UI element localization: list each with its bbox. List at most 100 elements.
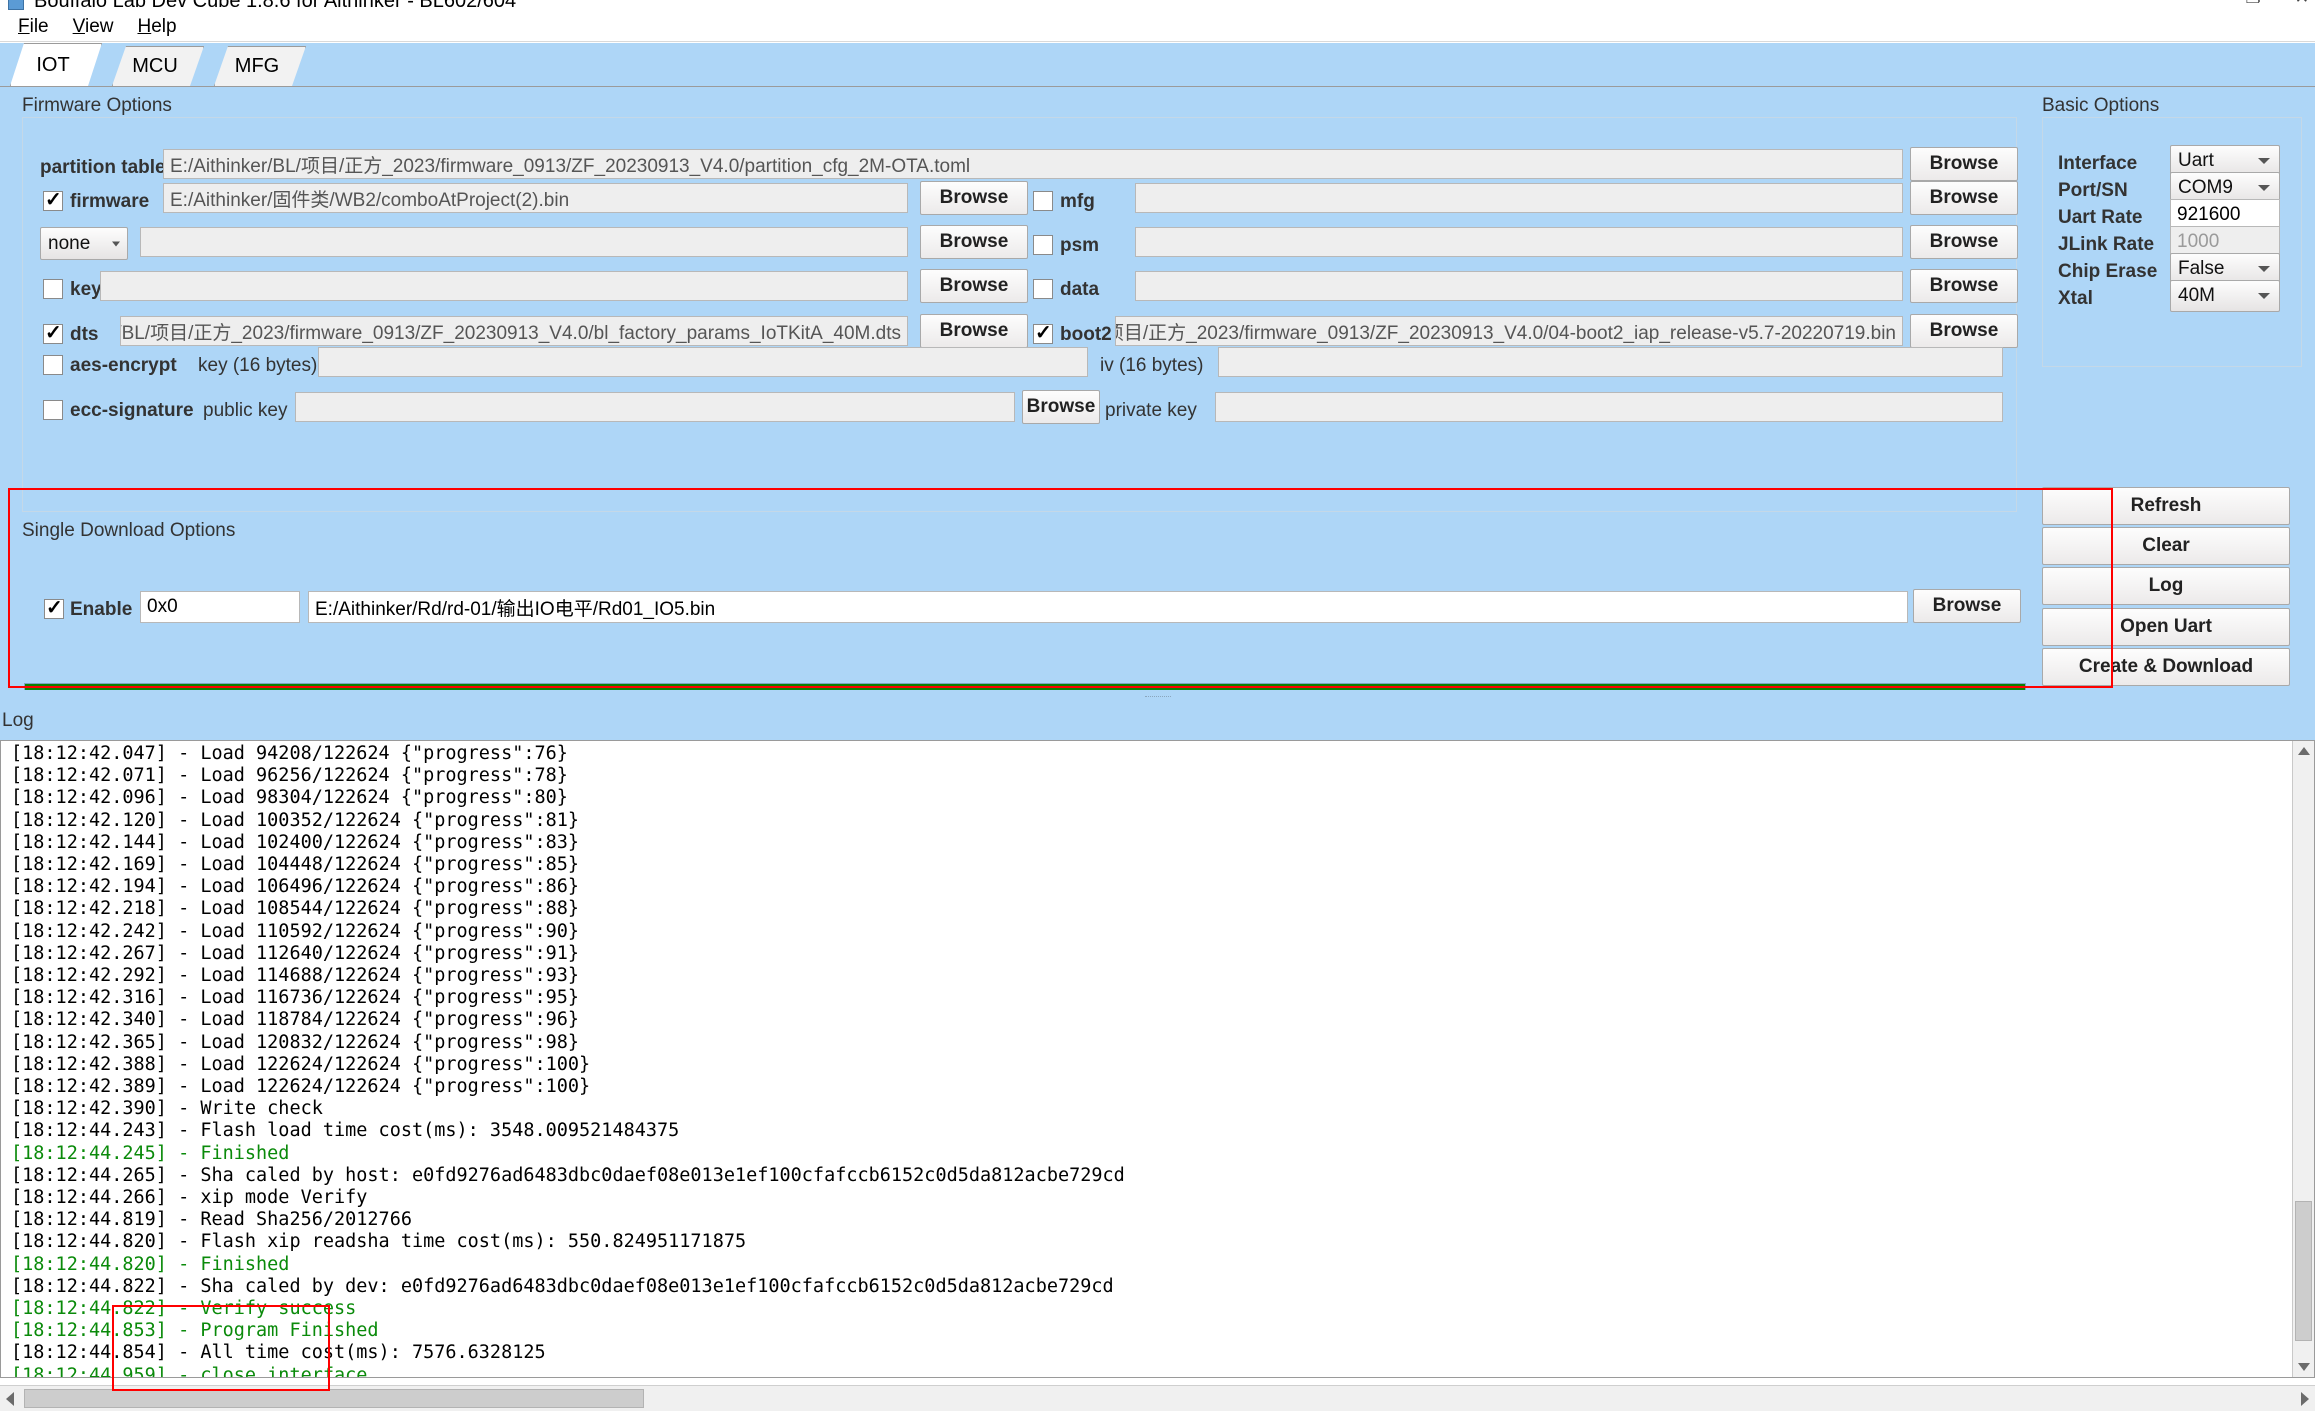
scroll-left-icon[interactable] [6, 1391, 14, 1406]
partition-type-select[interactable]: none [40, 227, 128, 260]
log-line: [18:12:42.389] - Load 122624/122624 {"pr… [11, 1076, 591, 1098]
chevron-down-icon [2258, 266, 2270, 272]
single-download-address-input[interactable]: 0x0 [140, 591, 300, 623]
mfg-checkbox[interactable] [1033, 191, 1053, 211]
chevron-down-icon [2258, 158, 2270, 164]
tab-iot[interactable]: IOT [10, 43, 102, 86]
log-line: [18:12:44.853] - Program Finished [11, 1320, 379, 1342]
window-horizontal-scrollbar[interactable] [0, 1385, 2315, 1411]
data-browse-button[interactable]: Browse [1910, 269, 2018, 303]
main-panel: Firmware Options partition table E:/Aith… [0, 86, 2315, 766]
ecc-public-key-input[interactable] [295, 392, 1015, 422]
dts-label: dts [70, 324, 99, 345]
log-line: [18:12:42.194] - Load 106496/122624 {"pr… [11, 876, 580, 898]
log-output[interactable]: [18:12:42.047] - Load 94208/122624 {"pro… [0, 740, 2315, 1378]
splitter-handle[interactable] [0, 690, 2315, 706]
dts-browse-button[interactable]: Browse [920, 314, 1028, 348]
log-line: [18:12:44.959] - close interface [11, 1364, 368, 1378]
log-scroll-thumb[interactable] [2295, 1201, 2312, 1341]
aes-encrypt-checkbox[interactable] [43, 355, 63, 375]
single-download-enable-checkbox[interactable] [44, 595, 64, 620]
aes-iv-input[interactable] [1218, 347, 2003, 377]
log-line: [18:12:42.292] - Load 114688/122624 {"pr… [11, 965, 580, 987]
scroll-right-icon[interactable] [2301, 1391, 2309, 1406]
partition-type-value: none [48, 232, 91, 254]
data-label: data [1060, 279, 1100, 300]
single-download-browse-button[interactable]: Browse [1913, 589, 2021, 623]
log-vertical-scrollbar[interactable] [2292, 741, 2314, 1377]
partition-type-input[interactable] [140, 227, 908, 257]
splitter-grip-icon [1144, 696, 1171, 700]
tab-mfg[interactable]: MFG [214, 46, 306, 86]
menu-help[interactable]: Help [125, 14, 188, 40]
log-line: [18:12:42.365] - Load 120832/122624 {"pr… [11, 1031, 580, 1053]
clear-button[interactable]: Clear [2042, 527, 2290, 565]
log-line: [18:12:44.854] - All time cost(ms): 7576… [11, 1342, 546, 1364]
firmware-input[interactable]: E:/Aithinker/固件类/WB2/comboAtProject(2).b… [163, 183, 908, 213]
scroll-down-icon[interactable] [2297, 1363, 2310, 1371]
chevron-down-icon [2258, 185, 2270, 191]
partition-table-label: partition table [40, 157, 166, 178]
port-sn-value: COM9 [2178, 177, 2233, 198]
xtal-select[interactable]: 40M [2170, 280, 2280, 312]
scroll-up-icon[interactable] [2297, 747, 2310, 755]
mfg-input[interactable] [1135, 183, 1903, 213]
firmware-options-title: Firmware Options [22, 95, 172, 116]
close-button[interactable]: ✕ [2295, 0, 2309, 8]
log-line: [18:12:44.820] - Finished [11, 1253, 290, 1275]
menu-view[interactable]: View [61, 14, 126, 40]
psm-browse-button[interactable]: Browse [1910, 225, 2018, 259]
dts-input[interactable]: nker/BL/项目/正方_2023/firmware_0913/ZF_2023… [120, 316, 908, 346]
interface-label: Interface [2058, 153, 2138, 174]
menu-file-mnemonic: F [18, 15, 30, 37]
chip-erase-label: Chip Erase [2058, 261, 2158, 282]
firmware-checkbox[interactable] [43, 187, 63, 212]
ecc-private-key-input[interactable] [1215, 392, 2003, 422]
psm-input[interactable] [1135, 227, 1903, 257]
log-line: [18:12:42.390] - Write check [11, 1098, 323, 1120]
log-line: [18:12:42.096] - Load 98304/122624 {"pro… [11, 787, 568, 809]
log-line: [18:12:42.071] - Load 96256/122624 {"pro… [11, 765, 568, 787]
menu-view-label: iew [84, 15, 114, 37]
ecc-public-key-label: public key [203, 400, 288, 421]
boot2-label: boot2 [1060, 324, 1112, 345]
aes-encrypt-label: aes-encrypt [70, 355, 177, 376]
menu-help-label: elp [151, 15, 177, 37]
partition-table-browse-button[interactable]: Browse [1910, 147, 2018, 181]
partition-table-input[interactable]: E:/Aithinker/BL/项目/正方_2023/firmware_0913… [163, 149, 1903, 179]
menu-bar: File View Help [0, 12, 2315, 42]
open-uart-button[interactable]: Open Uart [2042, 608, 2290, 646]
key-input[interactable] [100, 271, 908, 301]
psm-checkbox[interactable] [1033, 235, 1053, 255]
ecc-signature-checkbox[interactable] [43, 400, 63, 420]
tab-mcu[interactable]: MCU [112, 46, 204, 86]
log-text: [18:12:42.047] - Load 94208/122624 {"pro… [11, 743, 1125, 1378]
key-browse-button[interactable]: Browse [920, 269, 1028, 303]
boot2-browse-button[interactable]: Browse [1910, 314, 2018, 348]
create-download-button[interactable]: Create & Download [2042, 648, 2290, 686]
key-label: key [70, 279, 102, 300]
ecc-public-key-browse-button[interactable]: Browse [1022, 390, 1100, 424]
firmware-browse-button[interactable]: Browse [920, 181, 1028, 215]
minimize-button[interactable]: ─ [2199, 0, 2211, 8]
boot2-checkbox[interactable] [1033, 320, 1053, 345]
maximize-button[interactable]: ❐ [2246, 0, 2261, 8]
mfg-browse-button[interactable]: Browse [1910, 181, 2018, 215]
dts-checkbox[interactable] [43, 320, 63, 345]
firmware-label: firmware [70, 191, 150, 212]
aes-key-input[interactable] [318, 347, 1088, 377]
data-input[interactable] [1135, 271, 1903, 301]
title-bar: Bouffalo Lab Dev Cube 1.8.6 for Aithinke… [0, 0, 2315, 12]
log-line: [18:12:44.243] - Flash load time cost(ms… [11, 1120, 680, 1142]
data-checkbox[interactable] [1033, 279, 1053, 299]
window-scroll-thumb[interactable] [24, 1389, 644, 1408]
log-button[interactable]: Log [2042, 567, 2290, 605]
single-download-enable-label: Enable [70, 599, 133, 620]
menu-file[interactable]: File [6, 14, 61, 40]
aes-key-label: key (16 bytes) [198, 355, 318, 376]
boot2-input[interactable]: 3L/项目/正方_2023/firmware_0913/ZF_20230913_… [1115, 316, 1903, 346]
key-checkbox[interactable] [43, 279, 63, 299]
partition-type-browse-button[interactable]: Browse [920, 225, 1028, 259]
single-download-file-input[interactable]: E:/Aithinker/Rd/rd-01/输出IO电平/Rd01_IO5.bi… [308, 591, 1908, 623]
refresh-button[interactable]: Refresh [2042, 487, 2290, 525]
